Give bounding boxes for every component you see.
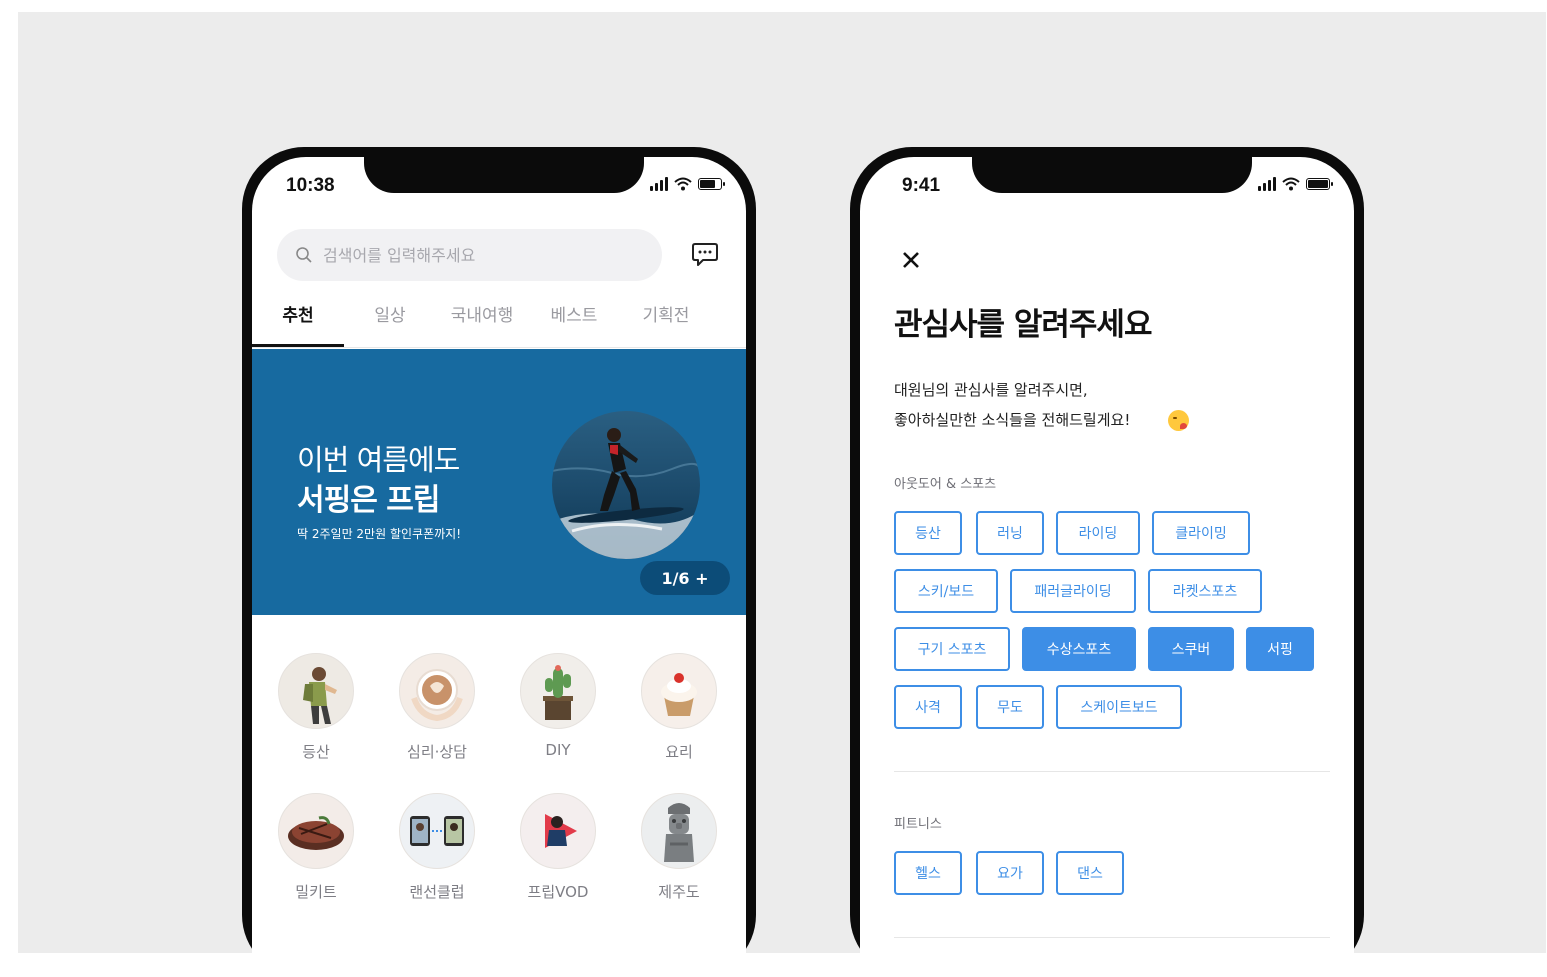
category-tabs: 추천 일상 국내여행 베스트 기획전 <box>252 305 746 347</box>
banner-title: 서핑은 프립 <box>297 483 440 518</box>
category-label: 등산 <box>302 743 330 761</box>
category-label: 랜선클럽 <box>409 883 465 901</box>
chip-water-sports[interactable]: 수상스포츠 <box>1022 627 1136 671</box>
phone-notch <box>364 157 644 193</box>
status-icons <box>1258 177 1333 191</box>
chip-paragliding[interactable]: 패러글라이딩 <box>1010 569 1136 613</box>
chip-gym[interactable]: 헬스 <box>894 851 962 895</box>
right-phone-frame: 9:41 관심사를 알려주세요 대원님의 관심사를 알려주시면, 좋아하실만한 … <box>850 147 1364 977</box>
chip-skateboard[interactable]: 스케이트보드 <box>1056 685 1182 729</box>
chip-ski-board[interactable]: 스키/보드 <box>894 569 998 613</box>
latte-icon <box>399 653 475 729</box>
search-bar[interactable] <box>277 229 662 281</box>
promo-banner[interactable]: 이번 여름에도 서핑은 프립 딱 2주일만 2만원 할인쿠폰까지! 1/6 + <box>252 349 746 615</box>
chip-surfing[interactable]: 서핑 <box>1246 627 1314 671</box>
chip-yoga[interactable]: 요가 <box>976 851 1044 895</box>
category-jeju[interactable]: 제주도 <box>629 793 729 902</box>
tab-special[interactable]: 기획전 <box>620 305 712 347</box>
signal-icon <box>650 177 668 191</box>
category-cooking[interactable]: 요리 <box>629 653 729 762</box>
tab-daily[interactable]: 일상 <box>344 305 436 347</box>
battery-icon <box>1306 178 1333 190</box>
category-label: 요리 <box>665 743 693 761</box>
battery-icon <box>698 178 725 190</box>
description-line-2: 좋아하실만한 소식들을 전해드릴게요! <box>894 411 1131 429</box>
chip-martial-arts[interactable]: 무도 <box>976 685 1044 729</box>
hiker-icon <box>278 653 354 729</box>
chip-climbing[interactable]: 클라이밍 <box>1152 511 1250 555</box>
chip-scuba[interactable]: 스쿠버 <box>1148 627 1234 671</box>
tab-domestic-travel[interactable]: 국내여행 <box>436 305 528 347</box>
banner-page-indicator[interactable]: 1/6 + <box>640 561 730 595</box>
category-mealkit[interactable]: 밀키트 <box>266 793 366 902</box>
chip-shooting[interactable]: 사격 <box>894 685 962 729</box>
play-icon <box>520 793 596 869</box>
tab-best[interactable]: 베스트 <box>528 305 620 347</box>
banner-headline: 이번 여름에도 <box>297 443 460 477</box>
chip-ball-sports[interactable]: 구기 스포츠 <box>894 627 1010 671</box>
tab-recommended[interactable]: 추천 <box>252 305 344 347</box>
category-frip-vod[interactable]: 프립VOD <box>508 793 608 902</box>
section-label-fitness: 피트니스 <box>894 817 942 832</box>
chip-hiking[interactable]: 등산 <box>894 511 962 555</box>
dol-hareubang-icon <box>641 793 717 869</box>
page-title: 관심사를 알려주세요 <box>894 307 1152 343</box>
interests-screen: 9:41 관심사를 알려주세요 대원님의 관심사를 알려주시면, 좋아하실만한 … <box>860 157 1354 977</box>
kiss-emoji-icon <box>1168 410 1189 431</box>
section-label-outdoor: 아웃도어 & 스포츠 <box>894 477 997 492</box>
category-hiking[interactable]: 등산 <box>266 653 366 762</box>
category-label: 프립VOD <box>527 883 589 901</box>
description-line-1: 대원님의 관심사를 알려주시면, <box>894 381 1088 399</box>
phone-notch <box>972 157 1252 193</box>
cupcake-icon <box>641 653 717 729</box>
category-counseling[interactable]: 심리·상담 <box>387 653 487 762</box>
category-label: 심리·상담 <box>407 743 467 761</box>
banner-subtitle: 딱 2주일만 2만원 할인쿠폰까지! <box>297 527 462 541</box>
category-diy[interactable]: DIY <box>508 653 608 759</box>
tabs-divider <box>252 347 746 348</box>
cactus-icon <box>520 653 596 729</box>
status-icons <box>650 177 725 191</box>
chip-riding[interactable]: 라이딩 <box>1056 511 1140 555</box>
wifi-icon <box>1282 177 1300 191</box>
status-time: 9:41 <box>902 175 941 196</box>
category-label: 밀키트 <box>295 883 337 901</box>
chat-icon[interactable] <box>690 239 720 269</box>
left-phone-frame: 10:38 추천 일상 국내여행 베스트 기획전 이번 여름에도 서핑은 프립 … <box>242 147 756 977</box>
category-online-club[interactable]: 랜선클럽 <box>387 793 487 902</box>
chip-running[interactable]: 러닝 <box>976 511 1044 555</box>
surfer-photo <box>552 411 700 559</box>
status-time: 10:38 <box>286 175 335 196</box>
wifi-icon <box>674 177 692 191</box>
home-screen: 10:38 추천 일상 국내여행 베스트 기획전 이번 여름에도 서핑은 프립 … <box>252 157 746 977</box>
close-icon[interactable] <box>900 249 922 271</box>
steak-icon <box>278 793 354 869</box>
video-call-icon <box>399 793 475 869</box>
category-label: DIY <box>545 741 571 759</box>
signal-icon <box>1258 177 1276 191</box>
search-input[interactable] <box>321 244 625 266</box>
section-divider <box>894 937 1330 938</box>
chip-dance[interactable]: 댄스 <box>1056 851 1124 895</box>
chip-racket-sports[interactable]: 라켓스포츠 <box>1148 569 1262 613</box>
search-icon <box>296 247 312 263</box>
category-label: 제주도 <box>658 883 700 901</box>
section-divider <box>894 771 1330 772</box>
